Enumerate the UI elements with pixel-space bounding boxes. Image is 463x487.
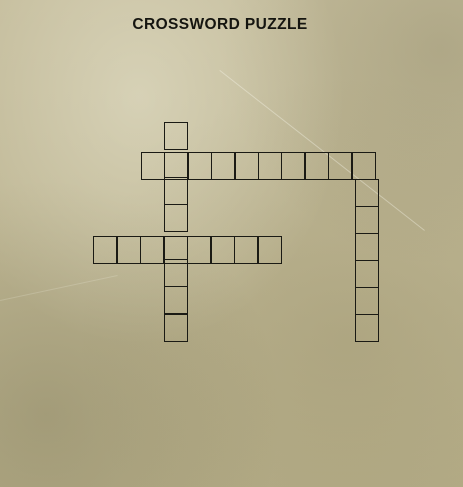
crossword-cell[interactable]: [355, 314, 379, 342]
crossword-cell[interactable]: [355, 233, 379, 261]
crossword-cell[interactable]: [141, 152, 165, 180]
crossword-cell[interactable]: [164, 177, 188, 205]
crossword-cell[interactable]: [164, 204, 188, 232]
crossword-cell[interactable]: [258, 152, 282, 180]
crossword-cell[interactable]: [258, 236, 282, 264]
crossword-cell[interactable]: [281, 152, 305, 180]
crossword-cell[interactable]: [355, 260, 379, 288]
crossword-cell[interactable]: [187, 236, 211, 264]
crossword-cell[interactable]: [355, 287, 379, 315]
crossword-cell[interactable]: [234, 236, 258, 264]
puzzle-page: CROSSWORD PUZZLE: [0, 0, 463, 487]
crossword-cell[interactable]: [211, 236, 235, 264]
crossword-cell[interactable]: [164, 314, 188, 342]
crossword-grid: [0, 0, 463, 487]
crossword-cell[interactable]: [211, 152, 235, 180]
crossword-cell[interactable]: [305, 152, 329, 180]
crossword-cell[interactable]: [328, 152, 352, 180]
crossword-cell[interactable]: [235, 152, 259, 180]
crossword-cell[interactable]: [188, 152, 212, 180]
crossword-cell[interactable]: [140, 236, 164, 264]
crossword-cell[interactable]: [117, 236, 141, 264]
crossword-cell[interactable]: [355, 179, 379, 207]
crossword-cell[interactable]: [164, 152, 188, 180]
crossword-cell[interactable]: [93, 236, 117, 264]
crossword-cell[interactable]: [352, 152, 376, 180]
crossword-cell[interactable]: [355, 206, 379, 234]
crossword-cell[interactable]: [164, 259, 188, 287]
crossword-cell[interactable]: [164, 286, 188, 314]
crossword-cell[interactable]: [164, 122, 188, 150]
